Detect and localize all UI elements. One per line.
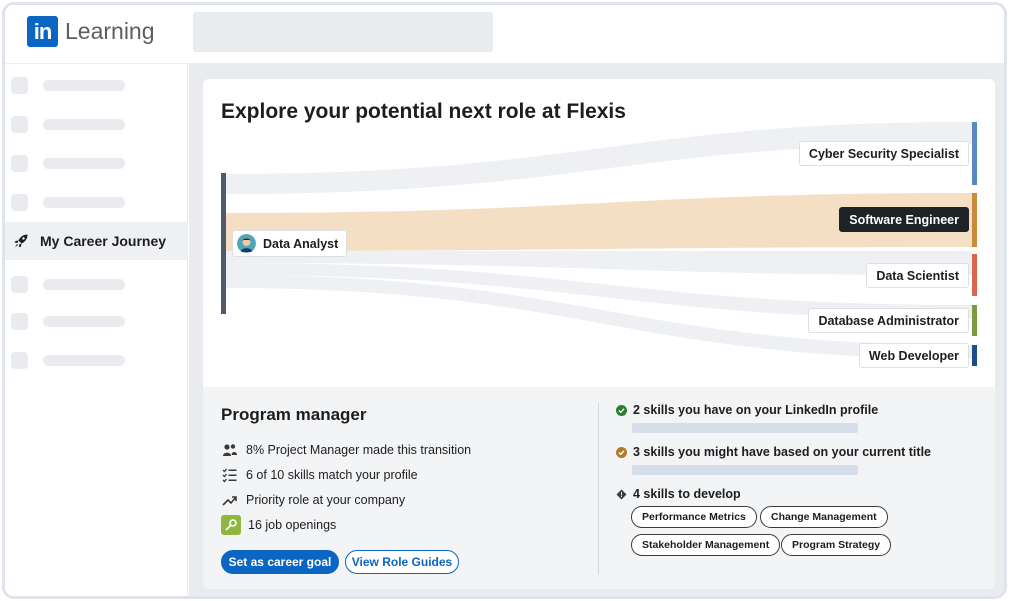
sidebar-item-placeholder[interactable]	[5, 105, 188, 143]
stat-skills-match: 6 of 10 skills match your profile	[221, 466, 418, 484]
sidebar-item-placeholder[interactable]	[5, 265, 188, 303]
placeholder-label	[43, 196, 125, 208]
stat-text: Priority role at your company	[246, 493, 406, 507]
linkedin-learning-logo[interactable]: in Learning	[27, 16, 155, 47]
placeholder-label	[43, 354, 125, 366]
source-role-label: Data Analyst	[263, 236, 339, 251]
app-frame: in Learning My Career Journey Explore yo…	[2, 2, 1007, 599]
target-role-database-admin[interactable]: Database Administrator	[808, 308, 969, 333]
target-bar-data-scientist[interactable]	[972, 254, 977, 296]
check-circle-icon	[616, 404, 627, 416]
target-role-web-developer[interactable]: Web Developer	[858, 343, 969, 368]
sidebar-item-placeholder[interactable]	[5, 302, 188, 340]
skill-pill[interactable]: Stakeholder Management	[631, 534, 781, 556]
skills-have-placeholder	[632, 423, 858, 433]
sidebar-item-placeholder[interactable]	[5, 341, 188, 379]
stat-transition: 8% Project Manager made this transition	[221, 441, 471, 459]
set-career-goal-button[interactable]: Set as career goal	[221, 550, 339, 574]
target-role-cyber-security[interactable]: Cyber Security Specialist	[798, 141, 969, 166]
sidebar-item-placeholder[interactable]	[5, 66, 188, 104]
panel-divider	[598, 403, 599, 575]
target-role-software-engineer[interactable]: Software Engineer	[839, 207, 969, 232]
placeholder-label	[43, 79, 125, 91]
stat-text: 6 of 10 skills match your profile	[246, 468, 418, 482]
job-icon	[221, 515, 241, 535]
skills-develop-heading[interactable]: 4 skills to develop	[616, 487, 741, 501]
role-detail-panel: Program manager 8% Project Manager made …	[203, 387, 995, 589]
people-icon	[221, 441, 239, 459]
main-content: Explore your potential next role at Flex…	[189, 63, 1004, 596]
checklist-icon	[221, 466, 239, 484]
avatar	[237, 234, 256, 253]
rocket-icon	[14, 234, 28, 248]
stat-priority: Priority role at your company	[221, 491, 405, 509]
placeholder-icon	[11, 312, 28, 330]
placeholder-icon	[11, 275, 28, 293]
sidebar-item-placeholder[interactable]	[5, 144, 188, 182]
role-title: Program manager	[221, 405, 367, 424]
stat-job-openings: 16 job openings	[221, 515, 336, 535]
skills-have-label: 2 skills you have on your LinkedIn profi…	[633, 403, 879, 417]
target-bar-web-developer[interactable]	[972, 345, 977, 366]
check-circle-icon	[616, 446, 627, 458]
stat-text: 16 job openings	[248, 518, 337, 532]
placeholder-icon	[11, 193, 28, 211]
sidebar-item-label: My Career Journey	[40, 233, 167, 249]
target-bar-cyber-security[interactable]	[972, 122, 977, 185]
placeholder-icon	[11, 351, 28, 369]
diamond-alert-icon	[616, 489, 627, 499]
sidebar-item-my-career-journey[interactable]: My Career Journey	[5, 222, 188, 260]
placeholder-label	[43, 118, 125, 130]
skills-might-have-placeholder	[632, 465, 858, 475]
skill-pill[interactable]: Change Management	[760, 506, 888, 528]
sidebar-item-placeholder[interactable]	[5, 183, 188, 221]
placeholder-label	[43, 315, 125, 327]
search-placeholder-bar[interactable]	[193, 12, 493, 52]
linkedin-logo-icon: in	[27, 16, 58, 47]
skills-develop-label: 4 skills to develop	[633, 487, 741, 501]
placeholder-icon	[11, 76, 28, 94]
target-bar-software-engineer[interactable]	[972, 193, 977, 247]
source-node-bar[interactable]	[221, 173, 226, 314]
skills-have-heading[interactable]: 2 skills you have on your LinkedIn profi…	[616, 403, 878, 417]
career-explore-card: Explore your potential next role at Flex…	[203, 79, 995, 589]
placeholder-label	[43, 278, 125, 290]
view-role-guides-button[interactable]: View Role Guides	[345, 550, 459, 574]
target-role-data-scientist[interactable]: Data Scientist	[866, 263, 969, 288]
product-name: Learning	[65, 18, 155, 44]
skill-pill[interactable]: Performance Metrics	[631, 506, 757, 528]
skills-might-have-heading[interactable]: 3 skills you might have based on your cu…	[616, 445, 931, 459]
source-role-node[interactable]: Data Analyst	[232, 230, 348, 257]
sidebar: My Career Journey	[5, 63, 188, 596]
placeholder-label	[43, 157, 125, 169]
target-bar-database-admin[interactable]	[972, 305, 977, 336]
placeholder-icon	[11, 115, 28, 133]
skill-pill[interactable]: Program Strategy	[781, 534, 892, 556]
placeholder-icon	[11, 154, 28, 172]
skills-might-have-label: 3 skills you might have based on your cu…	[633, 445, 931, 459]
stat-text: 8% Project Manager made this transition	[246, 443, 472, 457]
trending-up-icon	[221, 491, 239, 509]
top-bar: in Learning	[5, 5, 1004, 63]
